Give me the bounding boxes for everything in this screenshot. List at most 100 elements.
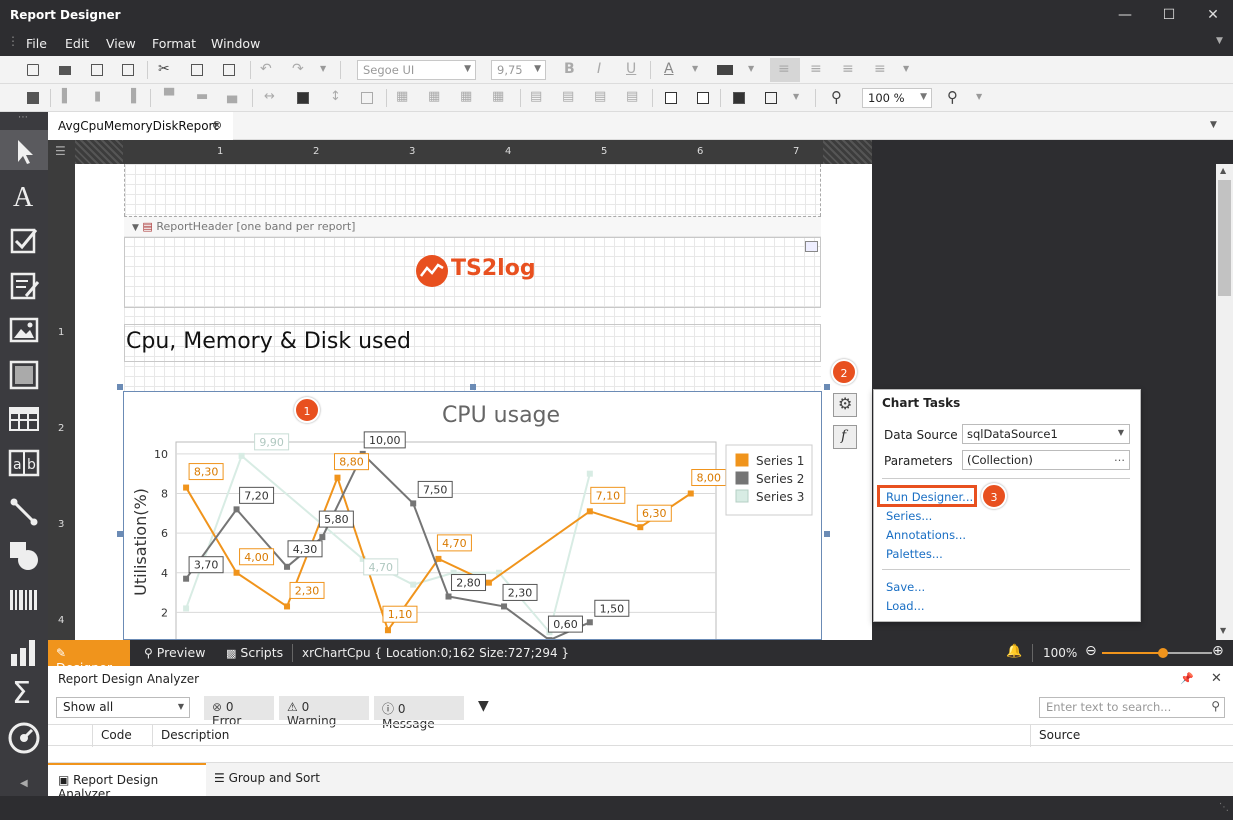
- cpu-chart[interactable]: CPU usage Utilisation(%) 2 4 6 8 10 8,30 4,00 2,3…: [123, 391, 822, 640]
- richtext-tool[interactable]: [6, 268, 42, 304]
- filter-combo[interactable]: Show all ▼: [56, 697, 190, 718]
- barcode-tool[interactable]: [6, 582, 42, 618]
- tab-preview[interactable]: ⚲ Preview: [136, 640, 213, 666]
- top-margin-band[interactable]: [124, 164, 821, 216]
- chart-smart-tag-button[interactable]: ⚙: [833, 393, 857, 417]
- character-comb-tool[interactable]: ab: [6, 444, 42, 480]
- panel-close-icon[interactable]: ✕: [1211, 671, 1222, 686]
- chart-tool[interactable]: [6, 634, 42, 670]
- filter-icon[interactable]: ▼: [478, 698, 489, 714]
- tab-group-and-sort[interactable]: ☰ Group and Sort: [208, 763, 326, 797]
- new-icon[interactable]: [24, 61, 42, 79]
- menu-edit[interactable]: Edit: [65, 36, 89, 51]
- redo-icon[interactable]: ↷: [290, 61, 308, 79]
- make-same-width-icon[interactable]: ↔: [262, 89, 280, 107]
- logo-picturebox[interactable]: TS2log: [124, 237, 821, 308]
- column-description[interactable]: Description: [152, 725, 237, 747]
- vspacing-decrease-icon[interactable]: ▤: [594, 89, 612, 107]
- close-button[interactable]: ✕: [1198, 4, 1228, 26]
- canvas-vertical-scrollbar[interactable]: ▲ ▼: [1216, 164, 1233, 640]
- annotations-link[interactable]: Annotations...: [886, 528, 966, 542]
- errors-toggle[interactable]: ⊗ 0 Error: [204, 696, 274, 728]
- justify-icon[interactable]: ≡: [872, 61, 890, 79]
- align-bottoms-icon[interactable]: ▄: [225, 89, 243, 107]
- zoom-plus-icon[interactable]: ⊕: [1212, 643, 1224, 659]
- zoom-combo[interactable]: 100 % ▼: [862, 88, 932, 108]
- zoom-slider[interactable]: [1102, 648, 1212, 658]
- load-link[interactable]: Load...: [886, 599, 925, 613]
- zoom-slider-thumb[interactable]: [1157, 648, 1168, 658]
- zoom-minus-icon[interactable]: ⊖: [1085, 643, 1097, 659]
- font-name-combo[interactable]: Segoe UI ▼: [357, 60, 476, 80]
- align-rights-icon[interactable]: ▐: [124, 89, 142, 107]
- ruler-corner[interactable]: ☰: [48, 140, 75, 164]
- back-color-dropdown-icon[interactable]: ▼: [748, 64, 754, 73]
- align-centers-icon[interactable]: ▮: [92, 89, 110, 107]
- parameters-field[interactable]: (Collection) …: [962, 450, 1130, 470]
- shape-tool[interactable]: [6, 538, 42, 574]
- heading-label[interactable]: Cpu, Memory & Disk used: [124, 324, 821, 362]
- justify-dropdown-icon[interactable]: ▼: [903, 64, 909, 73]
- save-all-icon[interactable]: [119, 61, 137, 79]
- tab-avgcpumemorydiskreport[interactable]: AvgCpuMemoryDiskReport ⊗: [48, 112, 233, 140]
- align-center-icon[interactable]: ≡: [808, 61, 826, 79]
- tab-designer[interactable]: ✎ Designer: [48, 640, 130, 675]
- tab-close-icon[interactable]: ⊗: [212, 118, 222, 132]
- table-tool[interactable]: [6, 400, 42, 436]
- font-size-combo[interactable]: 9,75 ▼: [491, 60, 546, 80]
- tabs-dropdown-icon[interactable]: ▼: [1210, 120, 1217, 130]
- zoom-dropdown-icon[interactable]: ▼: [976, 92, 982, 101]
- hspacing-decrease-icon[interactable]: ▦: [460, 89, 478, 107]
- vspacing-remove-icon[interactable]: ▤: [626, 89, 644, 107]
- cut-icon[interactable]: ✂: [156, 61, 174, 79]
- panel-tool[interactable]: [6, 356, 42, 392]
- scroll-up-icon[interactable]: ▲: [1220, 166, 1226, 175]
- make-same-height-icon[interactable]: ↕: [326, 89, 344, 107]
- selection-handle[interactable]: [117, 384, 123, 390]
- vspacing-increase-icon[interactable]: ▤: [562, 89, 580, 107]
- align-middles-icon[interactable]: ▬: [194, 89, 212, 107]
- menu-file[interactable]: File: [26, 36, 47, 51]
- save-link[interactable]: Save...: [886, 580, 925, 594]
- image-smart-tag-icon[interactable]: [805, 241, 818, 252]
- align-to-grid-icon[interactable]: [24, 89, 42, 107]
- checkbox-tool[interactable]: [6, 224, 42, 260]
- center-vertically-icon[interactable]: [694, 89, 712, 107]
- save-icon[interactable]: [88, 61, 106, 79]
- font-color-dropdown-icon[interactable]: ▼: [692, 64, 698, 73]
- menu-window[interactable]: Window: [211, 36, 260, 51]
- column-source[interactable]: Source: [1030, 725, 1088, 747]
- hspacing-increase-icon[interactable]: ▦: [428, 89, 446, 107]
- report-header-band-caption[interactable]: ▼ ▤ ReportHeader [one band per report]: [124, 216, 821, 236]
- messages-toggle[interactable]: ⓘ 0 Message: [374, 696, 464, 731]
- ellipsis-icon[interactable]: …: [1114, 451, 1125, 464]
- label-tool[interactable]: A: [6, 182, 42, 218]
- scroll-down-icon[interactable]: ▼: [1220, 626, 1226, 635]
- picture-tool[interactable]: [6, 312, 42, 348]
- maximize-button[interactable]: ☐: [1154, 4, 1184, 26]
- size-to-grid-icon[interactable]: [294, 89, 312, 107]
- undo-icon[interactable]: ↶: [258, 61, 276, 79]
- resize-grip-icon[interactable]: ⋱: [1219, 802, 1229, 813]
- menu-overflow-icon[interactable]: ▼: [1216, 36, 1223, 46]
- hspacing-remove-icon[interactable]: ▦: [492, 89, 510, 107]
- analyzer-search-input[interactable]: Enter text to search... ⚲: [1039, 697, 1225, 718]
- underline-icon[interactable]: U: [623, 61, 641, 79]
- column-code[interactable]: Code: [92, 725, 140, 747]
- copy-icon[interactable]: [188, 61, 206, 79]
- selection-handle[interactable]: [824, 384, 830, 390]
- center-horizontally-icon[interactable]: [662, 89, 680, 107]
- italic-icon[interactable]: I: [592, 61, 610, 79]
- selection-handle[interactable]: [824, 531, 830, 537]
- selection-handle[interactable]: [470, 384, 476, 390]
- pin-icon[interactable]: 📌: [1180, 672, 1194, 685]
- redo-dropdown-icon[interactable]: ▼: [320, 64, 326, 73]
- zoom-out-icon[interactable]: ⚲: [830, 88, 848, 107]
- toolbox-scroll-icon[interactable]: ◀: [20, 778, 28, 789]
- warnings-toggle[interactable]: ⚠ 0 Warning: [279, 696, 369, 728]
- open-icon[interactable]: [56, 61, 74, 79]
- font-color-icon[interactable]: A: [661, 61, 679, 79]
- align-lefts-icon[interactable]: ▌: [60, 89, 78, 107]
- align-right-icon[interactable]: ≡: [840, 61, 858, 79]
- tab-report-design-analyzer[interactable]: ▣ Report Design Analyzer: [48, 763, 206, 801]
